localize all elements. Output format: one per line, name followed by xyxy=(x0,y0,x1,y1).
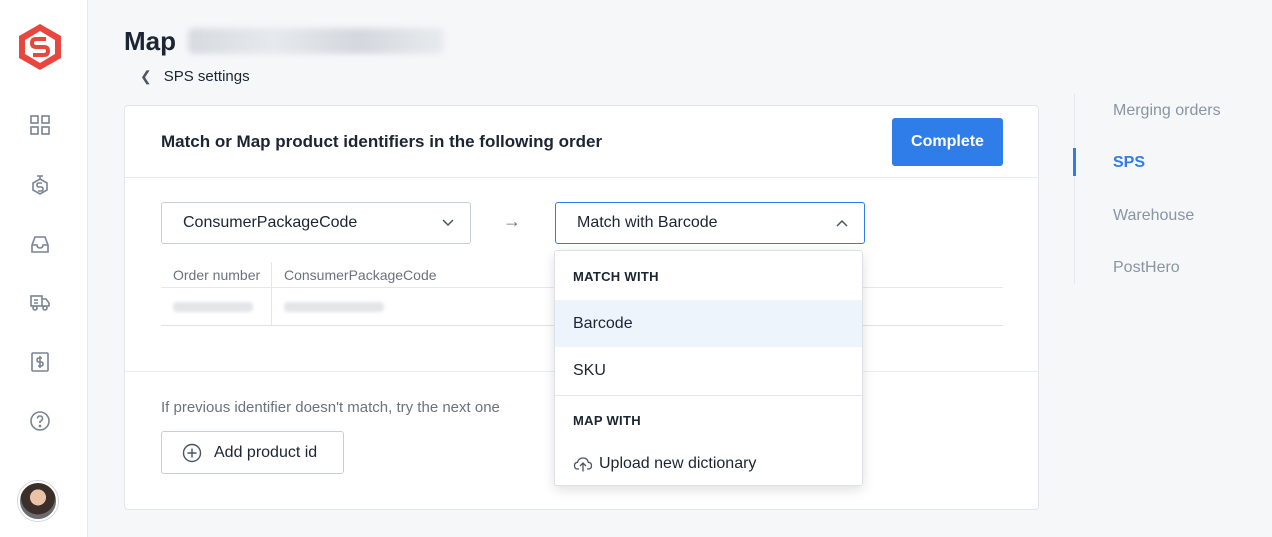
logo-icon[interactable] xyxy=(17,22,63,72)
section-header-map: MAP WITH xyxy=(573,413,641,428)
truck-icon[interactable] xyxy=(28,290,52,314)
section-header-match: MATCH WITH xyxy=(573,269,659,284)
source-identifier-value: ConsumerPackageCode xyxy=(183,214,358,231)
arrow-right-icon: → xyxy=(503,211,521,231)
left-rail xyxy=(0,0,88,537)
target-identifier-select[interactable]: Match with Barcode xyxy=(555,202,865,244)
back-link[interactable]: ❮ SPS settings xyxy=(140,68,250,85)
settings-section-nav: Merging orders SPS Warehouse PostHero xyxy=(1073,94,1254,284)
plus-circle-icon xyxy=(182,443,202,462)
nav-item-merging-orders[interactable]: Merging orders xyxy=(1113,102,1221,120)
nav-item-sps[interactable]: SPS xyxy=(1113,154,1145,172)
card-title: Match or Map product identifiers in the … xyxy=(161,132,603,151)
back-link-label: SPS settings xyxy=(163,68,250,85)
chevron-left-icon: ❮ xyxy=(140,68,152,84)
bundle-icon[interactable] xyxy=(28,172,52,196)
cloud-upload-icon xyxy=(573,457,593,472)
page-title: Map xyxy=(124,26,176,56)
fallback-hint: If previous identifier doesn't match, tr… xyxy=(161,399,500,416)
menu-item-barcode[interactable]: Barcode xyxy=(555,300,862,347)
add-product-id-label: Add product id xyxy=(214,443,318,461)
table-cell-redacted xyxy=(161,288,272,325)
dashboard-icon[interactable] xyxy=(28,113,52,137)
active-indicator xyxy=(1073,148,1076,176)
complete-button[interactable]: Complete xyxy=(892,118,1003,166)
card-header: Match or Map product identifiers in the … xyxy=(125,106,1038,178)
upload-dictionary-item[interactable]: Upload new dictionary xyxy=(573,454,756,474)
divider xyxy=(555,395,862,396)
column-header: Order number xyxy=(161,262,272,287)
menu-item-sku[interactable]: SKU xyxy=(555,347,862,394)
upload-dictionary-label: Upload new dictionary xyxy=(599,455,757,472)
billing-icon[interactable] xyxy=(28,350,52,374)
source-identifier-select[interactable]: ConsumerPackageCode xyxy=(161,202,471,244)
target-identifier-value: Match with Barcode xyxy=(577,214,718,231)
column-header: ConsumerPackageCode xyxy=(284,267,437,283)
chevron-up-icon xyxy=(836,219,848,227)
nav-item-warehouse[interactable]: Warehouse xyxy=(1113,207,1194,225)
page-title-redacted xyxy=(188,28,444,54)
help-icon[interactable] xyxy=(28,409,52,433)
user-avatar[interactable] xyxy=(18,481,58,521)
chevron-down-icon xyxy=(442,219,454,227)
match-dropdown-menu: MATCH WITH Barcode SKU MAP WITH Upload n… xyxy=(554,250,863,486)
nav-item-posthero[interactable]: PostHero xyxy=(1113,259,1180,277)
inbox-icon[interactable] xyxy=(28,232,52,256)
table-cell-redacted xyxy=(272,288,384,325)
add-product-id-button[interactable]: Add product id xyxy=(161,431,344,474)
